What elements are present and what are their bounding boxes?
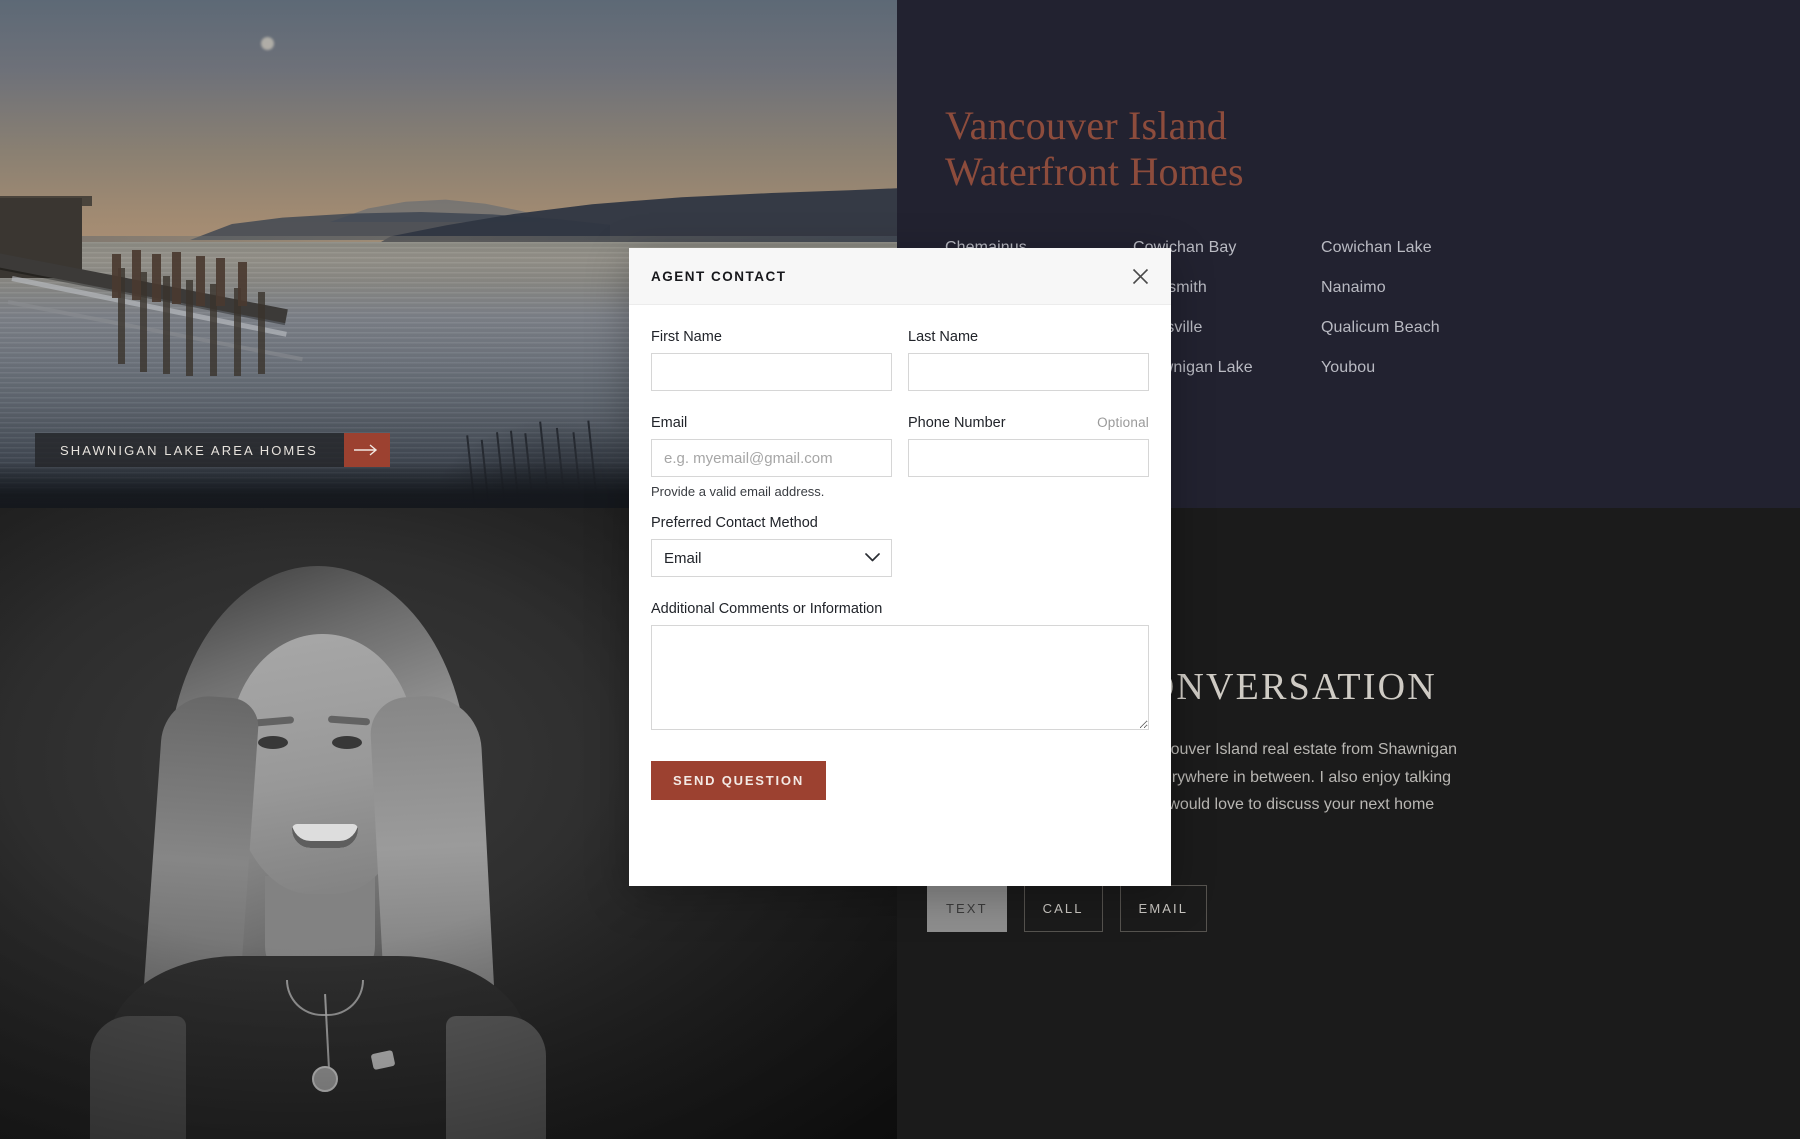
- location-link-cowichan-lake[interactable]: Cowichan Lake: [1321, 228, 1551, 268]
- location-link-nanaimo[interactable]: Nanaimo: [1321, 268, 1551, 308]
- preferred-contact-field-group: Preferred Contact Method EmailPhoneText: [651, 515, 892, 577]
- preferred-contact-select[interactable]: EmailPhoneText: [651, 539, 892, 577]
- piling: [216, 258, 225, 306]
- first-name-field-group: First Name: [651, 329, 892, 391]
- piling: [172, 252, 181, 304]
- contact-row: Email Provide a valid email address. Pho…: [651, 415, 1149, 499]
- contact-email-button[interactable]: EMAIL: [1119, 885, 1208, 932]
- hero-cta-label: SHAWNIGAN LAKE AREA HOMES: [35, 433, 344, 467]
- location-link-qualicum-beach[interactable]: Qualicum Beach: [1321, 308, 1551, 348]
- preferred-contact-label: Preferred Contact Method: [651, 515, 818, 531]
- first-name-label: First Name: [651, 329, 722, 345]
- location-link-youbou[interactable]: Youbou: [1321, 348, 1551, 388]
- comments-textarea[interactable]: [651, 625, 1149, 730]
- email-field-group: Email Provide a valid email address.: [651, 415, 892, 499]
- comments-label: Additional Comments or Information: [651, 601, 883, 617]
- preferred-contact-spacer: [908, 515, 1149, 577]
- piling: [196, 256, 205, 306]
- modal-body: First Name Last Name Email Provide a val…: [629, 305, 1171, 800]
- phone-input[interactable]: [908, 439, 1149, 477]
- phone-label-row: Phone Number Optional: [908, 415, 1149, 431]
- conversation-actions: TEXT CALL EMAIL: [897, 885, 1800, 932]
- page-root: SHAWNIGAN LAKE AREA HOMES Vancouver Isla…: [0, 0, 1800, 1139]
- email-label: Email: [651, 415, 688, 431]
- shawnigan-lake-area-homes-button[interactable]: SHAWNIGAN LAKE AREA HOMES: [35, 433, 390, 467]
- arrow-right-icon: [343, 433, 390, 467]
- contact-text-button[interactable]: TEXT: [927, 885, 1007, 932]
- agent-contact-modal: AGENT CONTACT First Name Last Name Email…: [629, 248, 1171, 886]
- waterfront-heading: Vancouver Island Waterfront Homes: [945, 103, 1244, 195]
- piling: [238, 262, 247, 306]
- piling: [112, 254, 121, 298]
- send-question-button[interactable]: SEND QUESTION: [651, 761, 827, 800]
- phone-label: Phone Number: [908, 415, 1006, 431]
- comments-field-group: Additional Comments or Information: [651, 601, 1149, 735]
- piling: [152, 254, 161, 302]
- phone-field-group: Phone Number Optional: [908, 415, 1149, 499]
- last-name-field-group: Last Name: [908, 329, 1149, 391]
- last-name-label: Last Name: [908, 329, 979, 345]
- waterfront-heading-line1: Vancouver Island: [945, 103, 1227, 148]
- preferred-contact-select-wrap: EmailPhoneText: [651, 539, 892, 577]
- modal-header: AGENT CONTACT: [629, 248, 1171, 305]
- contact-call-button[interactable]: CALL: [1023, 885, 1103, 932]
- piling: [132, 250, 141, 300]
- email-helper-text: Provide a valid email address.: [651, 484, 825, 499]
- waterfront-heading-line2: Waterfront Homes: [945, 149, 1244, 194]
- first-name-input[interactable]: [651, 353, 892, 391]
- modal-title: AGENT CONTACT: [651, 268, 787, 284]
- phone-optional-badge: Optional: [1097, 415, 1149, 430]
- close-icon[interactable]: [1125, 261, 1155, 291]
- name-row: First Name Last Name: [651, 329, 1149, 391]
- email-input[interactable]: [651, 439, 892, 477]
- last-name-input[interactable]: [908, 353, 1149, 391]
- moon-decoration: [261, 37, 274, 50]
- preferred-contact-row: Preferred Contact Method EmailPhoneText: [651, 515, 1149, 577]
